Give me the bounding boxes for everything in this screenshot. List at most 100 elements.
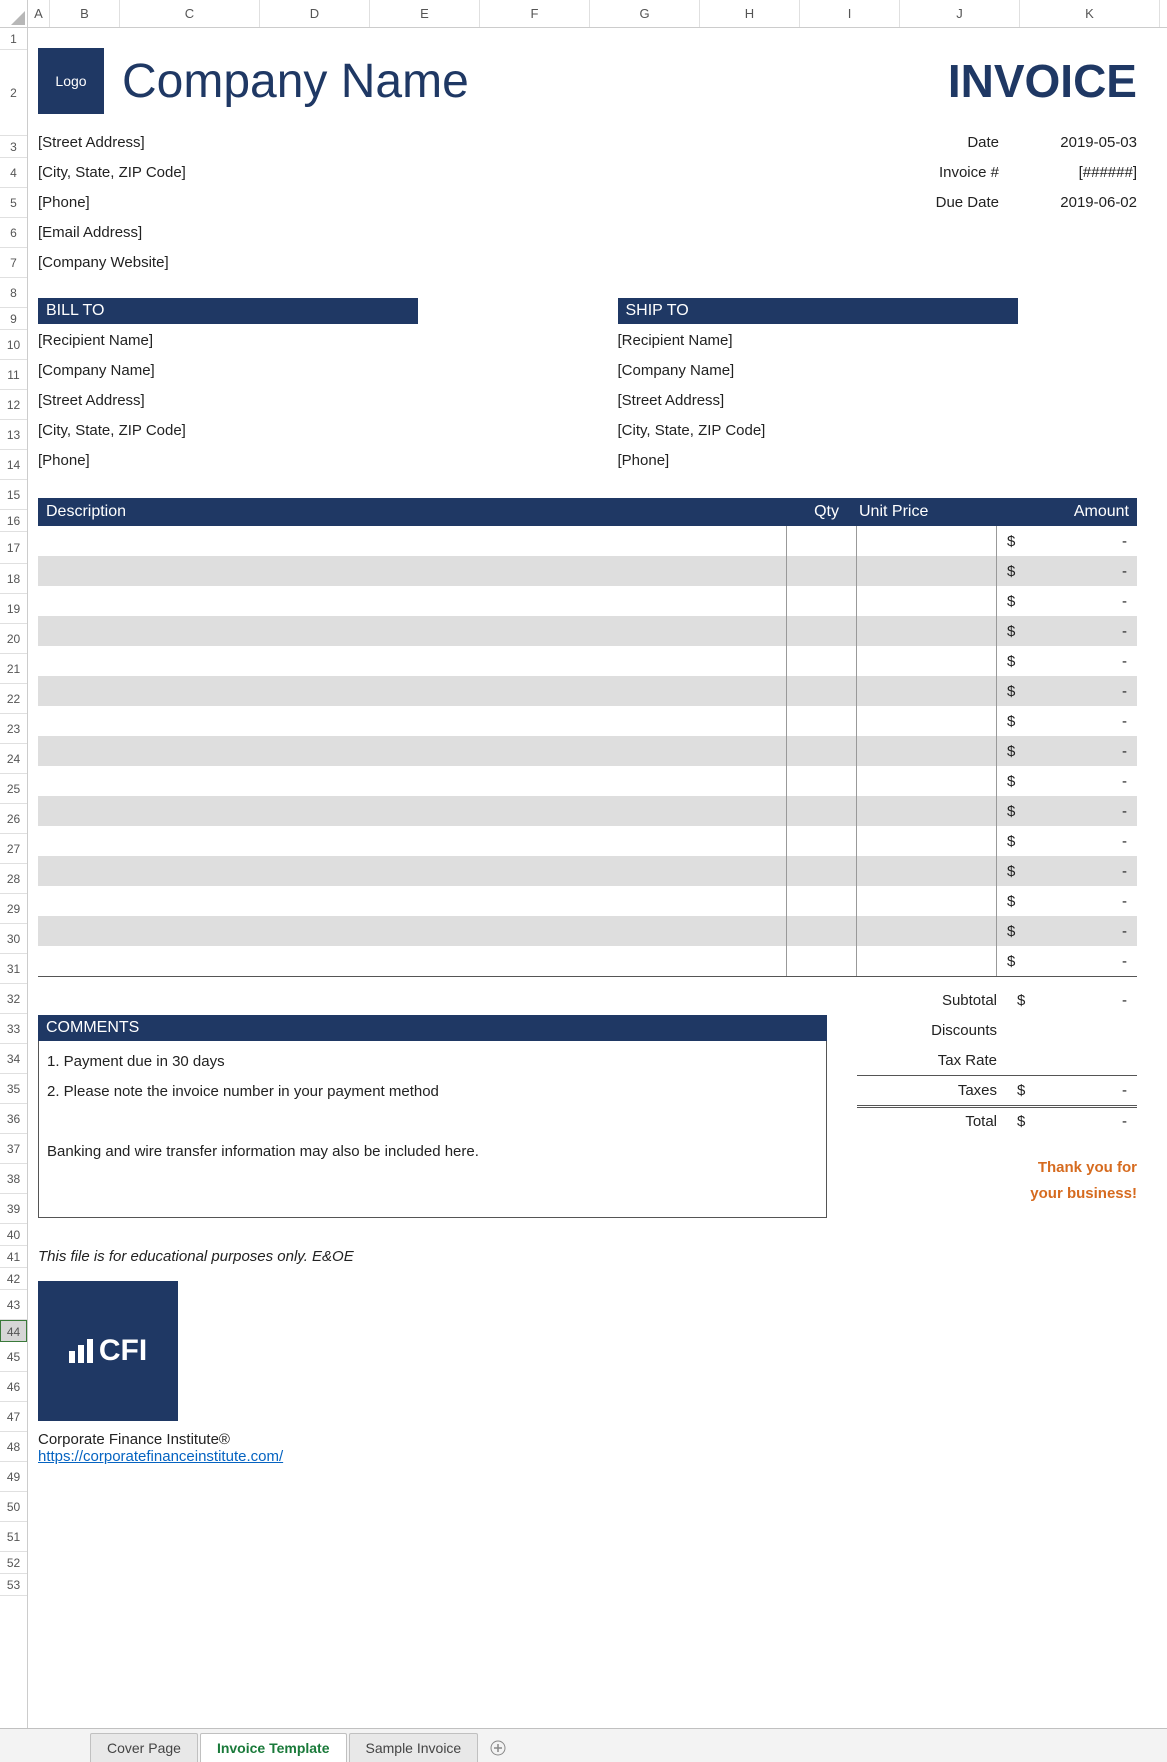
cell-description[interactable] — [38, 706, 787, 736]
row-header-3[interactable]: 3 — [0, 136, 27, 158]
cell-unit-price[interactable] — [857, 526, 997, 556]
cell-description[interactable] — [38, 646, 787, 676]
cell-unit-price[interactable] — [857, 886, 997, 916]
column-header-H[interactable]: H — [700, 0, 800, 27]
cell-unit-price[interactable] — [857, 616, 997, 646]
cell-amount[interactable]: $- — [997, 833, 1137, 850]
line-item-row[interactable]: $- — [38, 796, 1137, 826]
cell-unit-price[interactable] — [857, 706, 997, 736]
row-header-38[interactable]: 38 — [0, 1164, 27, 1194]
row-header-22[interactable]: 22 — [0, 684, 27, 714]
cell-description[interactable] — [38, 886, 787, 916]
column-header-G[interactable]: G — [590, 0, 700, 27]
cell-qty[interactable] — [787, 856, 857, 886]
cell-description[interactable] — [38, 826, 787, 856]
row-header-5[interactable]: 5 — [0, 188, 27, 218]
line-item-row[interactable]: $- — [38, 856, 1137, 886]
line-item-row[interactable]: $- — [38, 946, 1137, 976]
cell-description[interactable] — [38, 856, 787, 886]
row-header-44[interactable]: 44 — [0, 1320, 27, 1342]
select-all-corner[interactable] — [0, 0, 28, 28]
cell-qty[interactable] — [787, 826, 857, 856]
row-header-13[interactable]: 13 — [0, 420, 27, 450]
row-header-16[interactable]: 16 — [0, 510, 27, 532]
cell-unit-price[interactable] — [857, 676, 997, 706]
row-header-37[interactable]: 37 — [0, 1134, 27, 1164]
row-header-10[interactable]: 10 — [0, 330, 27, 360]
cell-amount[interactable]: $- — [997, 563, 1137, 580]
line-item-row[interactable]: $- — [38, 526, 1137, 556]
column-header-A[interactable]: A — [28, 0, 50, 27]
row-header-31[interactable]: 31 — [0, 954, 27, 984]
row-header-18[interactable]: 18 — [0, 564, 27, 594]
cell-qty[interactable] — [787, 556, 857, 586]
cell-unit-price[interactable] — [857, 916, 997, 946]
line-item-row[interactable]: $- — [38, 556, 1137, 586]
cell-amount[interactable]: $- — [997, 533, 1137, 550]
cell-unit-price[interactable] — [857, 736, 997, 766]
row-header-33[interactable]: 33 — [0, 1014, 27, 1044]
row-header-11[interactable]: 11 — [0, 360, 27, 390]
row-header-41[interactable]: 41 — [0, 1246, 27, 1268]
spreadsheet-body[interactable]: Logo Company Name INVOICE [Street Addres… — [28, 28, 1167, 1728]
row-header-50[interactable]: 50 — [0, 1492, 27, 1522]
row-header-23[interactable]: 23 — [0, 714, 27, 744]
row-header-17[interactable]: 17 — [0, 532, 27, 564]
row-header-39[interactable]: 39 — [0, 1194, 27, 1224]
row-header-25[interactable]: 25 — [0, 774, 27, 804]
row-header-36[interactable]: 36 — [0, 1104, 27, 1134]
cell-qty[interactable] — [787, 886, 857, 916]
cell-amount[interactable]: $- — [997, 653, 1137, 670]
cell-unit-price[interactable] — [857, 766, 997, 796]
cell-amount[interactable]: $- — [997, 683, 1137, 700]
row-header-14[interactable]: 14 — [0, 450, 27, 480]
row-header-21[interactable]: 21 — [0, 654, 27, 684]
column-header-B[interactable]: B — [50, 0, 120, 27]
column-header-J[interactable]: J — [900, 0, 1020, 27]
row-header-2[interactable]: 2 — [0, 50, 27, 136]
cell-amount[interactable]: $- — [997, 953, 1137, 970]
row-header-32[interactable]: 32 — [0, 984, 27, 1014]
column-header-D[interactable]: D — [260, 0, 370, 27]
row-header-8[interactable]: 8 — [0, 278, 27, 308]
row-header-40[interactable]: 40 — [0, 1224, 27, 1246]
line-item-row[interactable]: $- — [38, 646, 1137, 676]
cell-qty[interactable] — [787, 706, 857, 736]
row-header-15[interactable]: 15 — [0, 480, 27, 510]
cell-description[interactable] — [38, 796, 787, 826]
cell-amount[interactable]: $- — [997, 713, 1137, 730]
cell-description[interactable] — [38, 946, 787, 976]
line-item-row[interactable]: $- — [38, 676, 1137, 706]
cell-unit-price[interactable] — [857, 946, 997, 976]
row-header-30[interactable]: 30 — [0, 924, 27, 954]
add-sheet-button[interactable] — [480, 1733, 516, 1762]
line-item-row[interactable]: $- — [38, 916, 1137, 946]
cell-description[interactable] — [38, 586, 787, 616]
cell-amount[interactable]: $- — [997, 623, 1137, 640]
cell-qty[interactable] — [787, 616, 857, 646]
cell-unit-price[interactable] — [857, 646, 997, 676]
cell-description[interactable] — [38, 916, 787, 946]
cell-qty[interactable] — [787, 916, 857, 946]
row-header-53[interactable]: 53 — [0, 1574, 27, 1596]
row-header-26[interactable]: 26 — [0, 804, 27, 834]
line-item-row[interactable]: $- — [38, 886, 1137, 916]
cell-qty[interactable] — [787, 526, 857, 556]
row-header-4[interactable]: 4 — [0, 158, 27, 188]
cell-amount[interactable]: $- — [997, 893, 1137, 910]
row-header-27[interactable]: 27 — [0, 834, 27, 864]
row-header-9[interactable]: 9 — [0, 308, 27, 330]
row-header-20[interactable]: 20 — [0, 624, 27, 654]
row-header-6[interactable]: 6 — [0, 218, 27, 248]
row-header-52[interactable]: 52 — [0, 1552, 27, 1574]
row-header-47[interactable]: 47 — [0, 1402, 27, 1432]
cell-description[interactable] — [38, 676, 787, 706]
cell-qty[interactable] — [787, 946, 857, 976]
column-header-C[interactable]: C — [120, 0, 260, 27]
row-header-29[interactable]: 29 — [0, 894, 27, 924]
row-header-7[interactable]: 7 — [0, 248, 27, 278]
cell-unit-price[interactable] — [857, 856, 997, 886]
sheet-tab[interactable]: Sample Invoice — [349, 1733, 479, 1762]
row-header-35[interactable]: 35 — [0, 1074, 27, 1104]
cell-qty[interactable] — [787, 676, 857, 706]
